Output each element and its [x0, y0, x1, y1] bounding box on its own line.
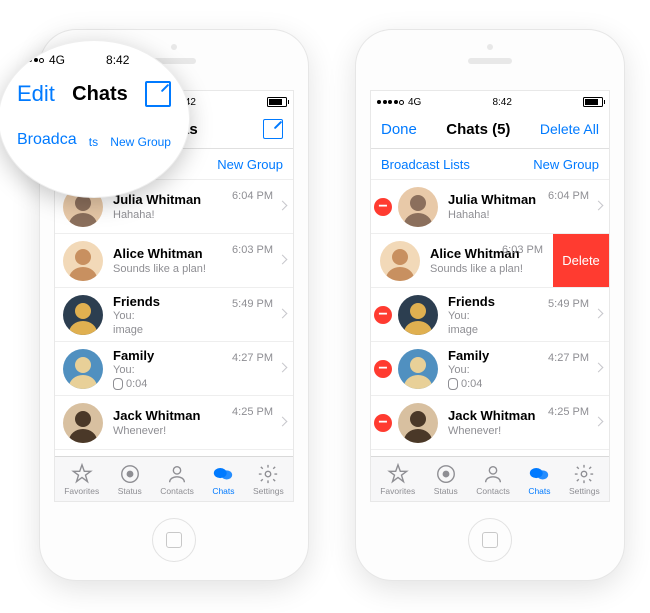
nav-bar: Done Chats (5) Delete All [371, 110, 609, 149]
avatar [398, 187, 438, 227]
chat-row[interactable]: FamilyYou:0:044:27 PM [55, 342, 293, 396]
chat-time: 5:49 PM [232, 298, 273, 310]
chat-time: 6:04 PM [232, 190, 273, 202]
chat-row[interactable]: −FriendsYou:image5:49 PM [371, 288, 609, 342]
home-button[interactable] [468, 518, 512, 562]
mag-compose-icon[interactable] [145, 81, 171, 107]
chat-time: 4:25 PM [548, 406, 589, 418]
delete-minus-icon[interactable]: − [374, 306, 392, 324]
new-group-link[interactable]: New Group [533, 157, 599, 172]
done-button[interactable]: Done [381, 121, 417, 138]
tab-status[interactable]: Status [434, 463, 458, 496]
tab-status[interactable]: Status [118, 463, 142, 496]
magnifier: 4G8:42 Edit Chats Broadca ts New Group [0, 40, 190, 198]
avatar [398, 349, 438, 389]
avatar [380, 241, 420, 281]
nav-title: Chats (5) [446, 121, 510, 138]
chat-time: 5:49 PM [548, 298, 589, 310]
delete-minus-icon[interactable]: − [374, 360, 392, 378]
avatar [398, 295, 438, 335]
mic-icon [448, 378, 458, 390]
home-button[interactable] [152, 518, 196, 562]
avatar [63, 241, 103, 281]
chat-time: 6:04 PM [548, 190, 589, 202]
tab-contacts[interactable]: Contacts [160, 463, 194, 496]
mag-edit-button[interactable]: Edit [17, 81, 55, 107]
mag-title: Chats [72, 83, 128, 106]
tab-bar: Favorites Status Contacts Chats Settings [371, 456, 609, 501]
compose-icon[interactable] [263, 119, 283, 139]
mic-icon [113, 378, 123, 390]
chat-time: 4:25 PM [232, 406, 273, 418]
delete-all-button[interactable]: Delete All [540, 121, 599, 137]
chat-time: 6:03 PM [502, 244, 543, 256]
avatar [63, 295, 103, 335]
chat-time: 6:03 PM [232, 244, 273, 256]
delete-button[interactable]: Delete [553, 234, 609, 287]
avatar [63, 403, 103, 443]
tab-favorites[interactable]: Favorites [64, 463, 99, 496]
chat-row[interactable]: −Julia WhitmanHahaha!6:04 PM [371, 180, 609, 234]
chat-row[interactable]: −FamilyYou:0:044:27 PM [371, 342, 609, 396]
delete-minus-icon[interactable]: − [374, 414, 392, 432]
avatar [398, 403, 438, 443]
chat-time: 4:27 PM [548, 352, 589, 364]
tab-favorites[interactable]: Favorites [380, 463, 415, 496]
status-bar: 4G 8:42 [371, 91, 609, 110]
chat-time: 4:27 PM [232, 352, 273, 364]
new-group-link[interactable]: New Group [217, 157, 283, 172]
broadcast-link[interactable]: Broadcast Lists [381, 157, 470, 172]
tab-chats[interactable]: Chats [212, 463, 234, 496]
chat-row[interactable]: FriendsYou:image5:49 PM [55, 288, 293, 342]
avatar [63, 349, 103, 389]
tab-settings[interactable]: Settings [569, 463, 600, 496]
tab-bar: Favorites Status Contacts Chats Settings [55, 456, 293, 501]
chat-list: Julia WhitmanHahaha!6:04 PMAlice Whitman… [55, 180, 293, 456]
chat-row[interactable]: −Jack WhitmanWhenever!4:25 PM [371, 396, 609, 450]
chat-row[interactable]: Jack WhitmanWhenever!4:25 PM [55, 396, 293, 450]
delete-minus-icon[interactable]: − [374, 198, 392, 216]
chat-row[interactable]: Alice WhitmanSounds like a plan!6:03 PMD… [371, 234, 609, 288]
tab-settings[interactable]: Settings [253, 463, 284, 496]
chat-list-edit: −Julia WhitmanHahaha!6:04 PMAlice Whitma… [371, 180, 609, 456]
tab-contacts[interactable]: Contacts [476, 463, 510, 496]
tab-chats[interactable]: Chats [528, 463, 550, 496]
phone-right: 4G 8:42 Done Chats (5) Delete All Broadc… [356, 30, 624, 580]
chat-row[interactable]: Alice WhitmanSounds like a plan!6:03 PM [55, 234, 293, 288]
